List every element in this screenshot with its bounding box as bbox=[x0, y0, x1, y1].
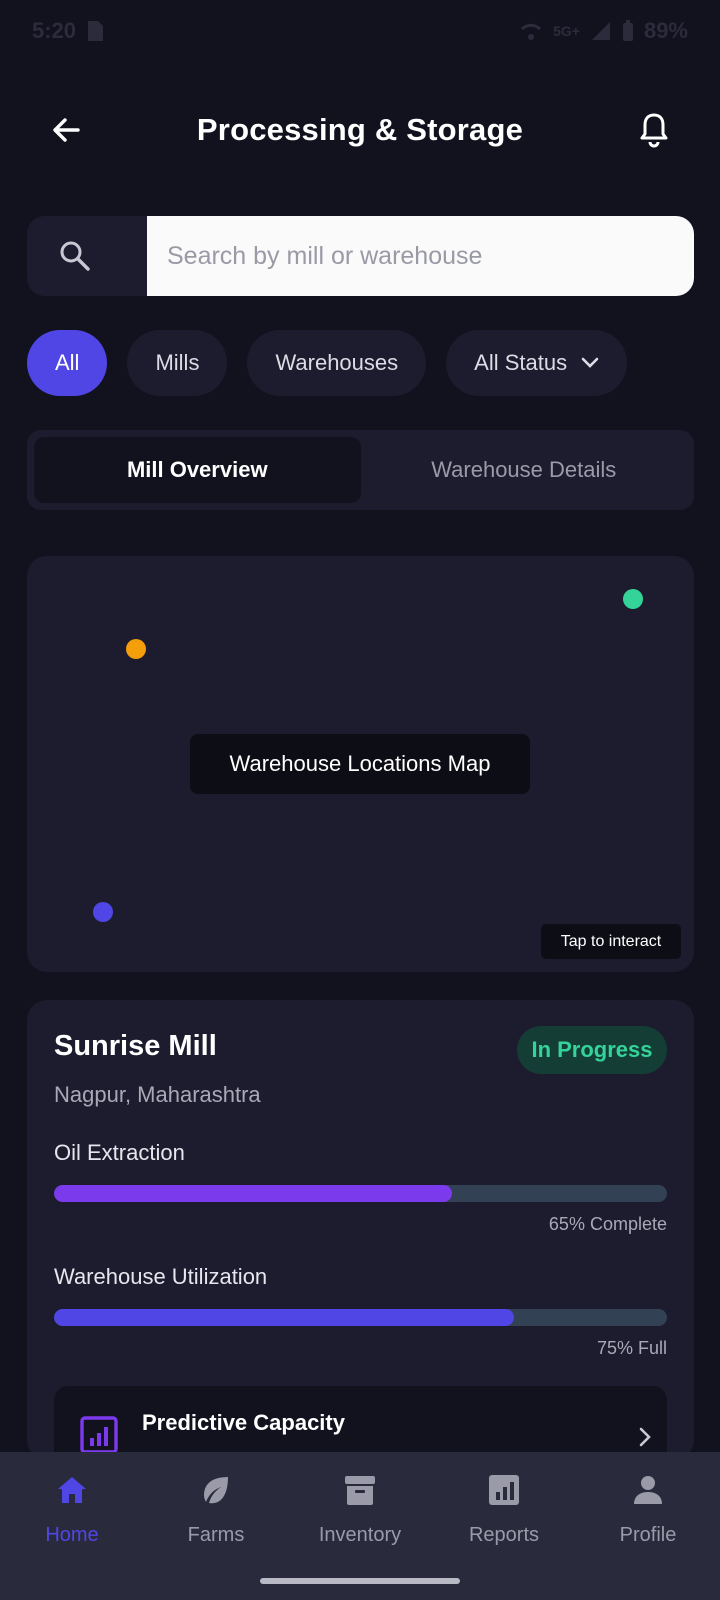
nav-item-reports[interactable]: Reports bbox=[439, 1472, 569, 1547]
page-title: Processing & Storage bbox=[196, 112, 524, 147]
predictive-capacity-card[interactable]: Predictive Capacity bbox=[54, 1386, 667, 1460]
mill-name: Sunrise Mill bbox=[54, 1030, 217, 1062]
warehouse-map[interactable]: Warehouse Locations Map Tap to interact bbox=[27, 556, 694, 972]
nav-label: Reports bbox=[468, 1524, 540, 1546]
nav-label: Profile bbox=[619, 1524, 677, 1546]
warehouse-utilization-progress-bar bbox=[54, 1309, 667, 1326]
status-filter-dropdown[interactable]: All Status bbox=[446, 330, 628, 396]
nav-item-profile[interactable]: Profile bbox=[583, 1472, 713, 1547]
progress-fill bbox=[54, 1185, 453, 1202]
status-time: 5:20 bbox=[32, 18, 77, 43]
predictive-capacity-title: Predictive Capacity bbox=[142, 1410, 345, 1435]
map-marker[interactable] bbox=[93, 902, 113, 922]
map-marker[interactable] bbox=[126, 639, 146, 659]
map-hint-badge: Tap to interact bbox=[541, 924, 681, 959]
nav-label: Farms bbox=[187, 1524, 245, 1546]
back-arrow-icon[interactable] bbox=[48, 112, 84, 148]
chevron-down-icon bbox=[581, 357, 599, 368]
battery-icon bbox=[622, 20, 633, 41]
mill-card[interactable]: Sunrise Mill In Progress Nagpur, Maharas… bbox=[27, 1000, 694, 1460]
mill-location: Nagpur, Maharashtra bbox=[54, 1082, 261, 1107]
nav-label: Inventory bbox=[318, 1524, 402, 1546]
oil-extraction-label: Oil Extraction bbox=[54, 1140, 185, 1165]
nav-item-farms[interactable]: Farms bbox=[151, 1472, 281, 1547]
sim-card-icon bbox=[88, 21, 104, 41]
map-marker[interactable] bbox=[623, 589, 643, 609]
filter-chip-all[interactable]: All bbox=[27, 330, 108, 396]
status-filter-label: All Status bbox=[474, 350, 568, 375]
search-bar bbox=[27, 216, 694, 296]
tab-warehouse-details[interactable]: Warehouse Details bbox=[361, 437, 688, 503]
warehouse-utilization-value: 75% Full bbox=[596, 1338, 667, 1358]
nav-item-inventory[interactable]: Inventory bbox=[295, 1472, 425, 1547]
filter-chip-mills[interactable]: Mills bbox=[127, 330, 228, 396]
nav-label: Home bbox=[45, 1524, 99, 1546]
inventory-box-icon bbox=[345, 1476, 375, 1505]
chevron-right-icon bbox=[639, 1427, 651, 1447]
progress-fill bbox=[54, 1309, 514, 1326]
status-badge: In Progress bbox=[517, 1026, 667, 1074]
network-type: 5G+ bbox=[553, 23, 580, 39]
home-icon bbox=[58, 1477, 86, 1503]
nav-item-home[interactable]: Home bbox=[7, 1472, 137, 1547]
map-title-label: Warehouse Locations Map bbox=[190, 734, 530, 794]
gesture-home-indicator[interactable] bbox=[260, 1578, 460, 1584]
analytics-chart-icon bbox=[80, 1416, 118, 1454]
oil-extraction-value: 65% Complete bbox=[548, 1214, 667, 1234]
oil-extraction-progress-bar bbox=[54, 1185, 667, 1202]
notification-bell-icon[interactable] bbox=[636, 110, 672, 150]
app-header: Processing & Storage bbox=[0, 90, 720, 170]
search-icon bbox=[60, 241, 90, 271]
filter-chips: All Mills Warehouses All Status bbox=[27, 330, 628, 396]
leaf-icon bbox=[204, 1477, 228, 1504]
filter-chip-warehouses[interactable]: Warehouses bbox=[247, 330, 427, 396]
signal-icon bbox=[591, 22, 610, 40]
view-tabs: Mill Overview Warehouse Details bbox=[27, 430, 694, 510]
tab-mill-overview[interactable]: Mill Overview bbox=[34, 437, 361, 503]
wifi-icon bbox=[521, 23, 542, 40]
status-bar: 5:20 5G+ 89% bbox=[0, 0, 720, 62]
warehouse-utilization-label: Warehouse Utilization bbox=[54, 1264, 268, 1289]
bar-chart-icon bbox=[489, 1475, 519, 1505]
search-input[interactable] bbox=[147, 216, 694, 296]
battery-level: 89% bbox=[643, 18, 688, 43]
person-icon bbox=[634, 1476, 662, 1504]
